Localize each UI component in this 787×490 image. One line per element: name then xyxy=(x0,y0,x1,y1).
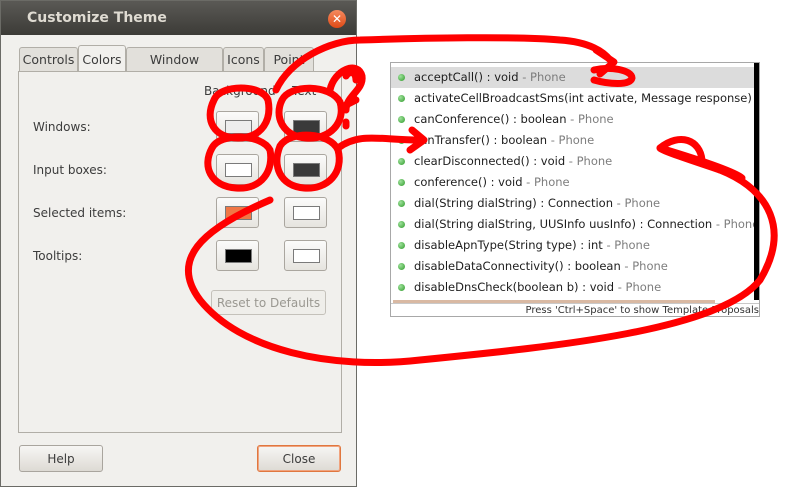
annotation-scribbles xyxy=(185,34,778,366)
input-background-circle xyxy=(204,133,275,192)
arrow-to-cantransfer xyxy=(334,134,424,152)
big-loop-bottom xyxy=(185,166,778,366)
input-text-circle xyxy=(273,131,343,192)
windows-background-circle xyxy=(206,84,273,142)
exclamation-scribble xyxy=(342,69,360,84)
windows-text-circle xyxy=(275,84,345,142)
arrow-to-acceptcall xyxy=(272,34,614,94)
